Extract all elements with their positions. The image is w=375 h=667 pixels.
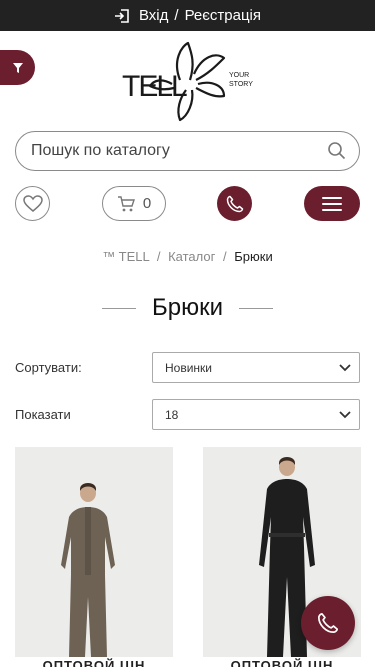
login-icon[interactable]: [114, 8, 130, 24]
wishlist-button[interactable]: [15, 186, 50, 221]
title-divider-right: [239, 307, 273, 309]
show-selected-value: 18: [165, 407, 179, 422]
page-title-block: Брюки: [0, 290, 375, 326]
menu-button[interactable]: [304, 186, 360, 221]
search-bar: [15, 131, 360, 171]
show-label: Показати: [15, 407, 71, 422]
phone-button[interactable]: [217, 186, 252, 221]
register-link[interactable]: Реєстрація: [185, 7, 261, 24]
phone-icon: [226, 195, 243, 212]
hamburger-icon: [322, 196, 342, 199]
topbar-separator: /: [174, 7, 179, 24]
sort-select[interactable]: Новинки: [152, 352, 360, 383]
cart-count: 0: [142, 195, 152, 212]
breadcrumb-catalog[interactable]: Каталог: [168, 249, 215, 264]
breadcrumb: ™ TELL / Каталог / Брюки: [102, 249, 273, 264]
filter-button[interactable]: [0, 50, 35, 85]
product-name[interactable]: ОПТОВОЙ ЦІН: [203, 658, 361, 667]
breadcrumb-home[interactable]: ™ TELL: [102, 249, 149, 264]
product-image[interactable]: [15, 447, 173, 657]
product-card[interactable]: ОПТОВОЙ ЦІН: [15, 447, 173, 667]
logo-brand-text: TELL: [122, 70, 187, 103]
chevron-down-icon: [339, 410, 351, 418]
sort-selected-value: Новинки: [165, 360, 212, 375]
login-link[interactable]: Вхід: [139, 7, 168, 24]
sort-label: Сортувати:: [15, 360, 82, 375]
phone-icon: [317, 612, 339, 634]
product-name[interactable]: ОПТОВОЙ ЦІН: [15, 658, 173, 667]
logo-tagline-1: YOUR: [229, 72, 249, 79]
filter-icon: [12, 62, 23, 73]
cart-icon: [117, 195, 135, 211]
cart-button[interactable]: 0: [102, 186, 166, 221]
show-select[interactable]: 18: [152, 399, 360, 430]
floating-call-button[interactable]: [301, 596, 355, 650]
search-icon[interactable]: [327, 141, 347, 161]
heart-icon: [22, 194, 43, 212]
logo[interactable]: TELL YOUR STORY: [120, 40, 260, 125]
title-divider-left: [101, 307, 136, 309]
breadcrumb-current: Брюки: [234, 249, 273, 264]
page-title: Брюки: [151, 294, 223, 321]
chevron-down-icon: [339, 363, 351, 371]
logo-tagline-2: STORY: [229, 81, 253, 88]
search-input[interactable]: [31, 142, 327, 160]
top-bar: Вхід / Реєстрація: [0, 0, 375, 31]
